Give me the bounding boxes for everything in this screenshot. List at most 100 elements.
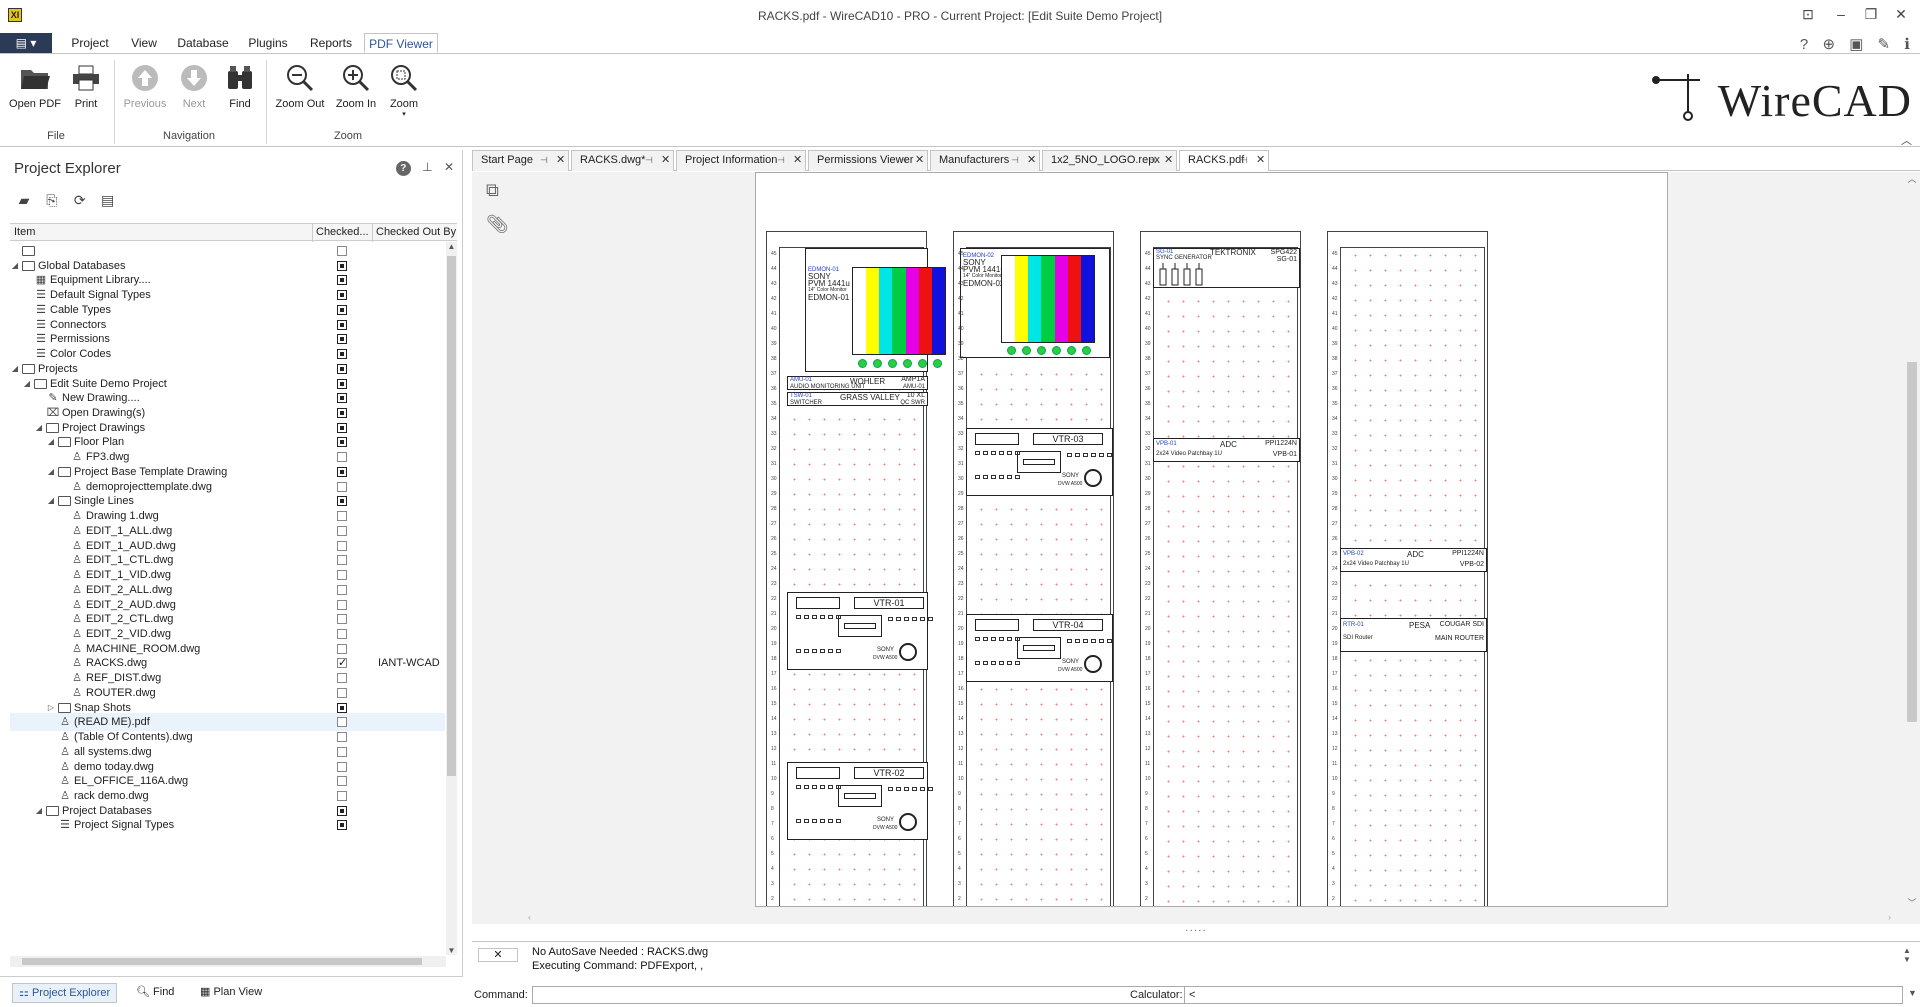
new-document-icon[interactable]: ⎘	[40, 192, 64, 209]
equipment-switcher[interactable]: TSW-01 SWITCHER GRASS VALLEY 10 XL QC SW…	[787, 392, 928, 406]
close-tab-icon[interactable]: ✕	[793, 151, 802, 170]
open-pdf-button[interactable]: Open PDF	[8, 58, 62, 110]
tree-vertical-scrollbar[interactable]: ▲ ▼	[446, 242, 457, 955]
scroll-right-icon[interactable]: ›	[1888, 912, 1891, 922]
equipment-vtr[interactable]: VTR-03 SONY DVW A500	[966, 428, 1113, 496]
column-item[interactable]: Item	[14, 226, 35, 238]
tab-view[interactable]: View	[122, 33, 166, 53]
column-checked-out-by[interactable]: Checked Out By	[376, 226, 456, 238]
close-tab-icon[interactable]: ✕	[1164, 151, 1173, 170]
refresh-icon[interactable]: ⟳	[68, 192, 92, 209]
zoom-out-button[interactable]: Zoom Out	[274, 58, 326, 110]
zoom-in-button[interactable]: Zoom In	[332, 58, 380, 110]
equipment-sync-generator[interactable]: SG-01 SYNC GENERATOR TEKTRONIX SPG422 SG…	[1153, 248, 1300, 288]
checked-in-checkbox[interactable]	[337, 732, 347, 743]
checked-in-checkbox[interactable]	[337, 275, 347, 286]
scroll-thumb[interactable]	[22, 958, 422, 965]
checked-in-checkbox[interactable]	[337, 687, 347, 698]
checked-in-checkbox[interactable]	[337, 496, 347, 507]
clear-messages-button[interactable]: ✕	[478, 948, 518, 962]
scroll-left-icon[interactable]: ‹	[528, 912, 531, 922]
checked-in-checkbox[interactable]	[337, 481, 347, 492]
checked-in-checkbox[interactable]	[337, 776, 347, 787]
zoom-dropdown-button[interactable]: Zoom ▾	[386, 58, 422, 118]
equipment-vtr[interactable]: VTR-01 SONY DVW A500	[787, 592, 933, 670]
open-folder-icon[interactable]: ▰	[12, 192, 36, 209]
equipment-audio-monitor[interactable]: AMU-01 AUDIO MONITORING UNIT WOHLER AMP1…	[787, 376, 928, 390]
tab-plan-view[interactable]: ▦ Plan View	[194, 983, 268, 1003]
application-menu-button[interactable]: ▤ ▾	[0, 33, 52, 53]
checked-in-checkbox[interactable]	[337, 246, 347, 256]
equipment-patchbay[interactable]: VPB-02 2x24 Video Patchbay 1U ADC PPI122…	[1340, 548, 1487, 572]
checked-in-checkbox[interactable]	[337, 304, 347, 315]
pin-icon[interactable]: ⊣	[777, 151, 785, 170]
scroll-thumb[interactable]	[447, 256, 456, 776]
checked-in-checkbox[interactable]	[337, 437, 347, 448]
maximize-button[interactable]: ❐	[1856, 6, 1886, 24]
checked-in-checkbox[interactable]	[337, 761, 347, 772]
print-button[interactable]: Print	[66, 58, 106, 110]
checked-in-checkbox[interactable]	[337, 805, 347, 816]
close-tab-icon[interactable]: ✕	[1256, 151, 1265, 170]
message-scrollbar[interactable]: ▲ ▼	[1900, 946, 1914, 978]
globe-icon[interactable]: ⊕	[1822, 36, 1835, 53]
checked-in-checkbox[interactable]	[337, 746, 347, 757]
close-tab-icon[interactable]: ✕	[556, 151, 565, 170]
close-tab-icon[interactable]: ✕	[915, 151, 924, 170]
checked-in-checkbox[interactable]	[337, 290, 347, 301]
equipment-router[interactable]: RTR-01 SDI Router PESA COUGAR SDI MAIN R…	[1340, 618, 1487, 652]
checked-in-checkbox[interactable]	[337, 599, 347, 610]
document-tab[interactable]: Manufacturers ⊣ ✕	[930, 150, 1040, 171]
panel-splitter[interactable]: ·····	[472, 925, 1920, 941]
checked-in-checkbox[interactable]	[337, 260, 347, 271]
checked-in-checkbox[interactable]	[337, 466, 347, 477]
column-divider[interactable]	[312, 224, 313, 242]
document-tab[interactable]: Start Page ⊣ ✕	[472, 150, 569, 171]
column-checked[interactable]: Checked...	[316, 226, 369, 238]
pin-icon[interactable]: ⊣	[899, 151, 907, 170]
info-icon[interactable]: ℹ	[1904, 36, 1910, 53]
document-tab[interactable]: RACKS.pdf ⊣ ✕	[1179, 150, 1269, 171]
checked-in-checkbox[interactable]	[337, 349, 347, 360]
scroll-up-icon[interactable]: ▲	[446, 242, 457, 251]
checked-in-checkbox[interactable]	[337, 702, 347, 713]
viewer-vertical-scrollbar[interactable]: ︿ ﹀	[1904, 172, 1920, 912]
document-tab[interactable]: RACKS.dwg* ⊣ ✕	[571, 150, 674, 171]
tab-pdf-viewer[interactable]: PDF Viewer	[364, 33, 438, 53]
calculator-input[interactable]: <	[1184, 986, 1903, 1004]
attachment-icon[interactable]: 📎︎	[486, 214, 509, 235]
checked-in-checkbox[interactable]	[337, 378, 347, 389]
pin-icon[interactable]: ⊣	[1011, 151, 1019, 170]
checked-in-checkbox[interactable]	[337, 717, 347, 728]
scroll-thumb[interactable]	[1907, 362, 1917, 722]
checked-in-checkbox[interactable]	[337, 408, 347, 419]
scroll-up-icon[interactable]: ︿	[1904, 172, 1920, 185]
pin-icon[interactable]: ⊣	[1240, 151, 1248, 170]
tab-database[interactable]: Database	[172, 33, 234, 53]
equipment-patchbay[interactable]: VPB-01 2x24 Video Patchbay 1U ADC PPI122…	[1153, 438, 1300, 462]
tab-project-explorer[interactable]: ⚏ Project Explorer	[12, 983, 118, 1003]
pin-icon[interactable]: ⊣	[1148, 151, 1156, 170]
minimize-button[interactable]: –	[1826, 6, 1856, 24]
document-tab[interactable]: Permissions Viewer ⊣ ✕	[808, 150, 928, 171]
checked-in-checkbox[interactable]	[337, 511, 347, 522]
checked-in-checkbox[interactable]	[337, 363, 347, 374]
checked-in-checkbox[interactable]	[337, 654, 347, 672]
tree-horizontal-scrollbar[interactable]	[10, 956, 446, 967]
tools-icon[interactable]: ✎	[1878, 36, 1891, 53]
checked-in-checkbox[interactable]	[337, 422, 347, 433]
help-icon[interactable]: ?	[1800, 36, 1808, 53]
equipment-vtr[interactable]: VTR-04 SONY DVW A500	[966, 614, 1113, 682]
equipment-monitor[interactable]: EDMON-01 SONY PVM 1441u 14" Color Monito…	[805, 248, 946, 372]
checked-in-checkbox[interactable]	[337, 525, 347, 536]
pages-icon[interactable]: ⧉	[486, 180, 499, 201]
next-button[interactable]: Next	[174, 58, 214, 110]
previous-button[interactable]: Previous	[120, 58, 170, 110]
close-tab-icon[interactable]: ✕	[1027, 151, 1036, 170]
pin-icon[interactable]: ⊣	[540, 151, 548, 170]
pin-icon[interactable]: ⊥	[422, 160, 432, 174]
checked-in-checkbox[interactable]	[337, 673, 347, 684]
checked-in-checkbox[interactable]	[337, 584, 347, 595]
checked-in-checkbox[interactable]	[337, 540, 347, 551]
collapse-ribbon-icon[interactable]: ︿	[1901, 132, 1912, 148]
